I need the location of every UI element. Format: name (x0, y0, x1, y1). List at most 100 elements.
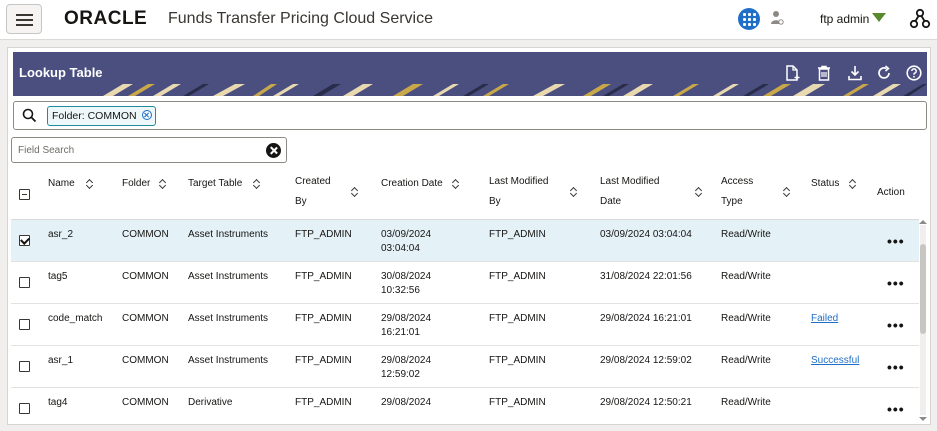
header-line: By (295, 196, 307, 207)
cell-target-table: Asset Instruments (188, 313, 269, 324)
row-checkbox[interactable] (19, 277, 30, 288)
cell-name: tag5 (48, 271, 68, 282)
lookup-table-panel: Lookup Table Folder: COMMON Field Search… (7, 47, 931, 425)
cell-target-table: Asset Instruments (188, 271, 269, 282)
remove-filter-close-icon[interactable] (141, 110, 152, 120)
row-actions-menu-icon[interactable]: ••• (887, 276, 905, 290)
cell-created-by: FTP_ADMIN (295, 313, 352, 324)
cell-creation-date: 30/08/2024 10:32:56 (381, 270, 431, 298)
column-header-last-modified-by[interactable]: Last Modified By (489, 172, 548, 212)
table-row[interactable]: tag4 COMMON Derivative FTP_ADMIN 29/08/2… (11, 388, 919, 419)
delete-icon[interactable] (815, 64, 833, 82)
sort-icon[interactable] (159, 179, 166, 189)
select-all-checkbox[interactable] (19, 189, 30, 200)
row-actions-menu-icon[interactable]: ••• (887, 402, 905, 416)
column-header-name[interactable]: Name (48, 174, 75, 194)
cell-created-by: FTP_ADMIN (295, 397, 352, 408)
row-checkbox[interactable] (19, 319, 30, 330)
clear-search-close-icon[interactable] (266, 143, 281, 158)
help-icon[interactable] (905, 64, 923, 82)
column-header-status[interactable]: Status (811, 174, 839, 194)
table-row[interactable]: asr_1 COMMON Asset Instruments FTP_ADMIN… (11, 346, 919, 388)
row-actions-menu-icon[interactable]: ••• (887, 360, 905, 374)
sort-icon[interactable] (86, 179, 93, 189)
cell-line: 12:59:02 (381, 369, 420, 380)
cell-creation-date: 29/08/2024 12:59:02 (381, 354, 431, 382)
status-link-failed[interactable]: Failed (811, 312, 838, 326)
cell-folder: COMMON (122, 397, 169, 408)
download-icon[interactable] (846, 64, 864, 82)
app-header: ORACLE Funds Transfer Pricing Cloud Serv… (0, 0, 937, 40)
refresh-icon[interactable] (875, 64, 893, 82)
column-header-creation-date[interactable]: Creation Date (381, 174, 443, 194)
cell-target-table: Asset Instruments (188, 355, 269, 366)
sort-icon[interactable] (783, 187, 790, 197)
lookup-table: Name Folder Target Table Created By Crea… (11, 169, 919, 419)
cell-created-by: FTP_ADMIN (295, 355, 352, 366)
header-line: Last Modified (489, 176, 549, 187)
cell-creation-date: 29/08/2024 16:21:01 (381, 312, 431, 340)
column-header-last-modified-date[interactable]: Last Modified Date (600, 172, 659, 212)
person-icon[interactable] (770, 10, 784, 26)
column-header-access-type[interactable]: Access Type (721, 172, 753, 212)
oracle-logo: ORACLE (64, 8, 148, 29)
user-menu-chevron-down-icon[interactable] (872, 13, 886, 22)
search-bar[interactable]: Folder: COMMON (13, 101, 927, 130)
row-checkbox[interactable] (19, 361, 30, 372)
cell-folder: COMMON (122, 355, 169, 366)
row-actions-menu-icon[interactable]: ••• (887, 234, 905, 248)
cell-created-by: FTP_ADMIN (295, 229, 352, 240)
sort-icon[interactable] (570, 187, 577, 197)
row-checkbox[interactable] (19, 235, 30, 246)
cell-line: 30/08/2024 (381, 271, 432, 282)
menu-icon-bar (16, 24, 33, 26)
cell-last-modified-by: FTP_ADMIN (489, 355, 546, 366)
new-document-icon[interactable] (783, 64, 801, 82)
row-checkbox[interactable] (19, 403, 30, 414)
cell-line: 03/09/2024 (381, 229, 432, 240)
sort-icon[interactable] (695, 187, 702, 197)
cell-last-modified-by: FTP_ADMIN (489, 313, 546, 324)
scrollbar-thumb[interactable] (920, 244, 926, 334)
cell-created-by: FTP_ADMIN (295, 271, 352, 282)
sort-icon[interactable] (849, 179, 856, 189)
scroll-down-arrow-icon[interactable] (919, 417, 927, 421)
cell-access-type: Read/Write (721, 355, 771, 366)
sort-icon[interactable] (351, 187, 358, 197)
menu-icon (16, 14, 33, 16)
cell-access-type: Read/Write (721, 229, 771, 240)
table-row[interactable]: asr_2 COMMON Asset Instruments FTP_ADMIN… (11, 220, 919, 262)
column-header-folder[interactable]: Folder (122, 174, 150, 194)
sort-icon[interactable] (253, 179, 260, 189)
header-line: Date (600, 196, 622, 207)
network-icon[interactable] (909, 8, 931, 30)
sort-icon[interactable] (452, 179, 459, 189)
cell-last-modified-by: FTP_ADMIN (489, 271, 546, 282)
folder-filter-label: Folder: COMMON (52, 110, 137, 122)
table-row[interactable]: code_match COMMON Asset Instruments FTP_… (11, 304, 919, 346)
cell-target-table: Asset Instruments (188, 229, 269, 240)
cell-line: 16:21:01 (381, 327, 420, 338)
folder-filter-chip[interactable]: Folder: COMMON (47, 106, 156, 126)
page-title: Lookup Table (19, 65, 103, 80)
apps-grid-button[interactable] (738, 8, 760, 30)
cell-line: 10:32:56 (381, 285, 420, 296)
cell-line: 03:04:04 (381, 243, 420, 254)
column-header-action: Action (877, 187, 905, 198)
cell-folder: COMMON (122, 313, 169, 324)
cell-last-modified-date: 03/09/2024 03:04:04 (600, 229, 692, 240)
field-search-input[interactable] (18, 142, 258, 158)
row-actions-menu-icon[interactable]: ••• (887, 318, 905, 332)
status-link-successful[interactable]: Successful (811, 354, 859, 368)
cell-last-modified-date: 29/08/2024 12:59:02 (600, 355, 692, 366)
cell-folder: COMMON (122, 271, 169, 282)
menu-button[interactable] (6, 4, 42, 34)
cell-last-modified-by: FTP_ADMIN (489, 229, 546, 240)
cell-last-modified-date: 29/08/2024 12:50:21 (600, 397, 692, 408)
user-name[interactable]: ftp admin (820, 12, 869, 26)
cell-line: 29/08/2024 (381, 397, 432, 408)
column-header-created-by[interactable]: Created By (295, 172, 331, 212)
column-header-target-table[interactable]: Target Table (188, 174, 242, 194)
table-row[interactable]: tag5 COMMON Asset Instruments FTP_ADMIN … (11, 262, 919, 304)
scroll-up-arrow-icon[interactable] (919, 220, 927, 224)
